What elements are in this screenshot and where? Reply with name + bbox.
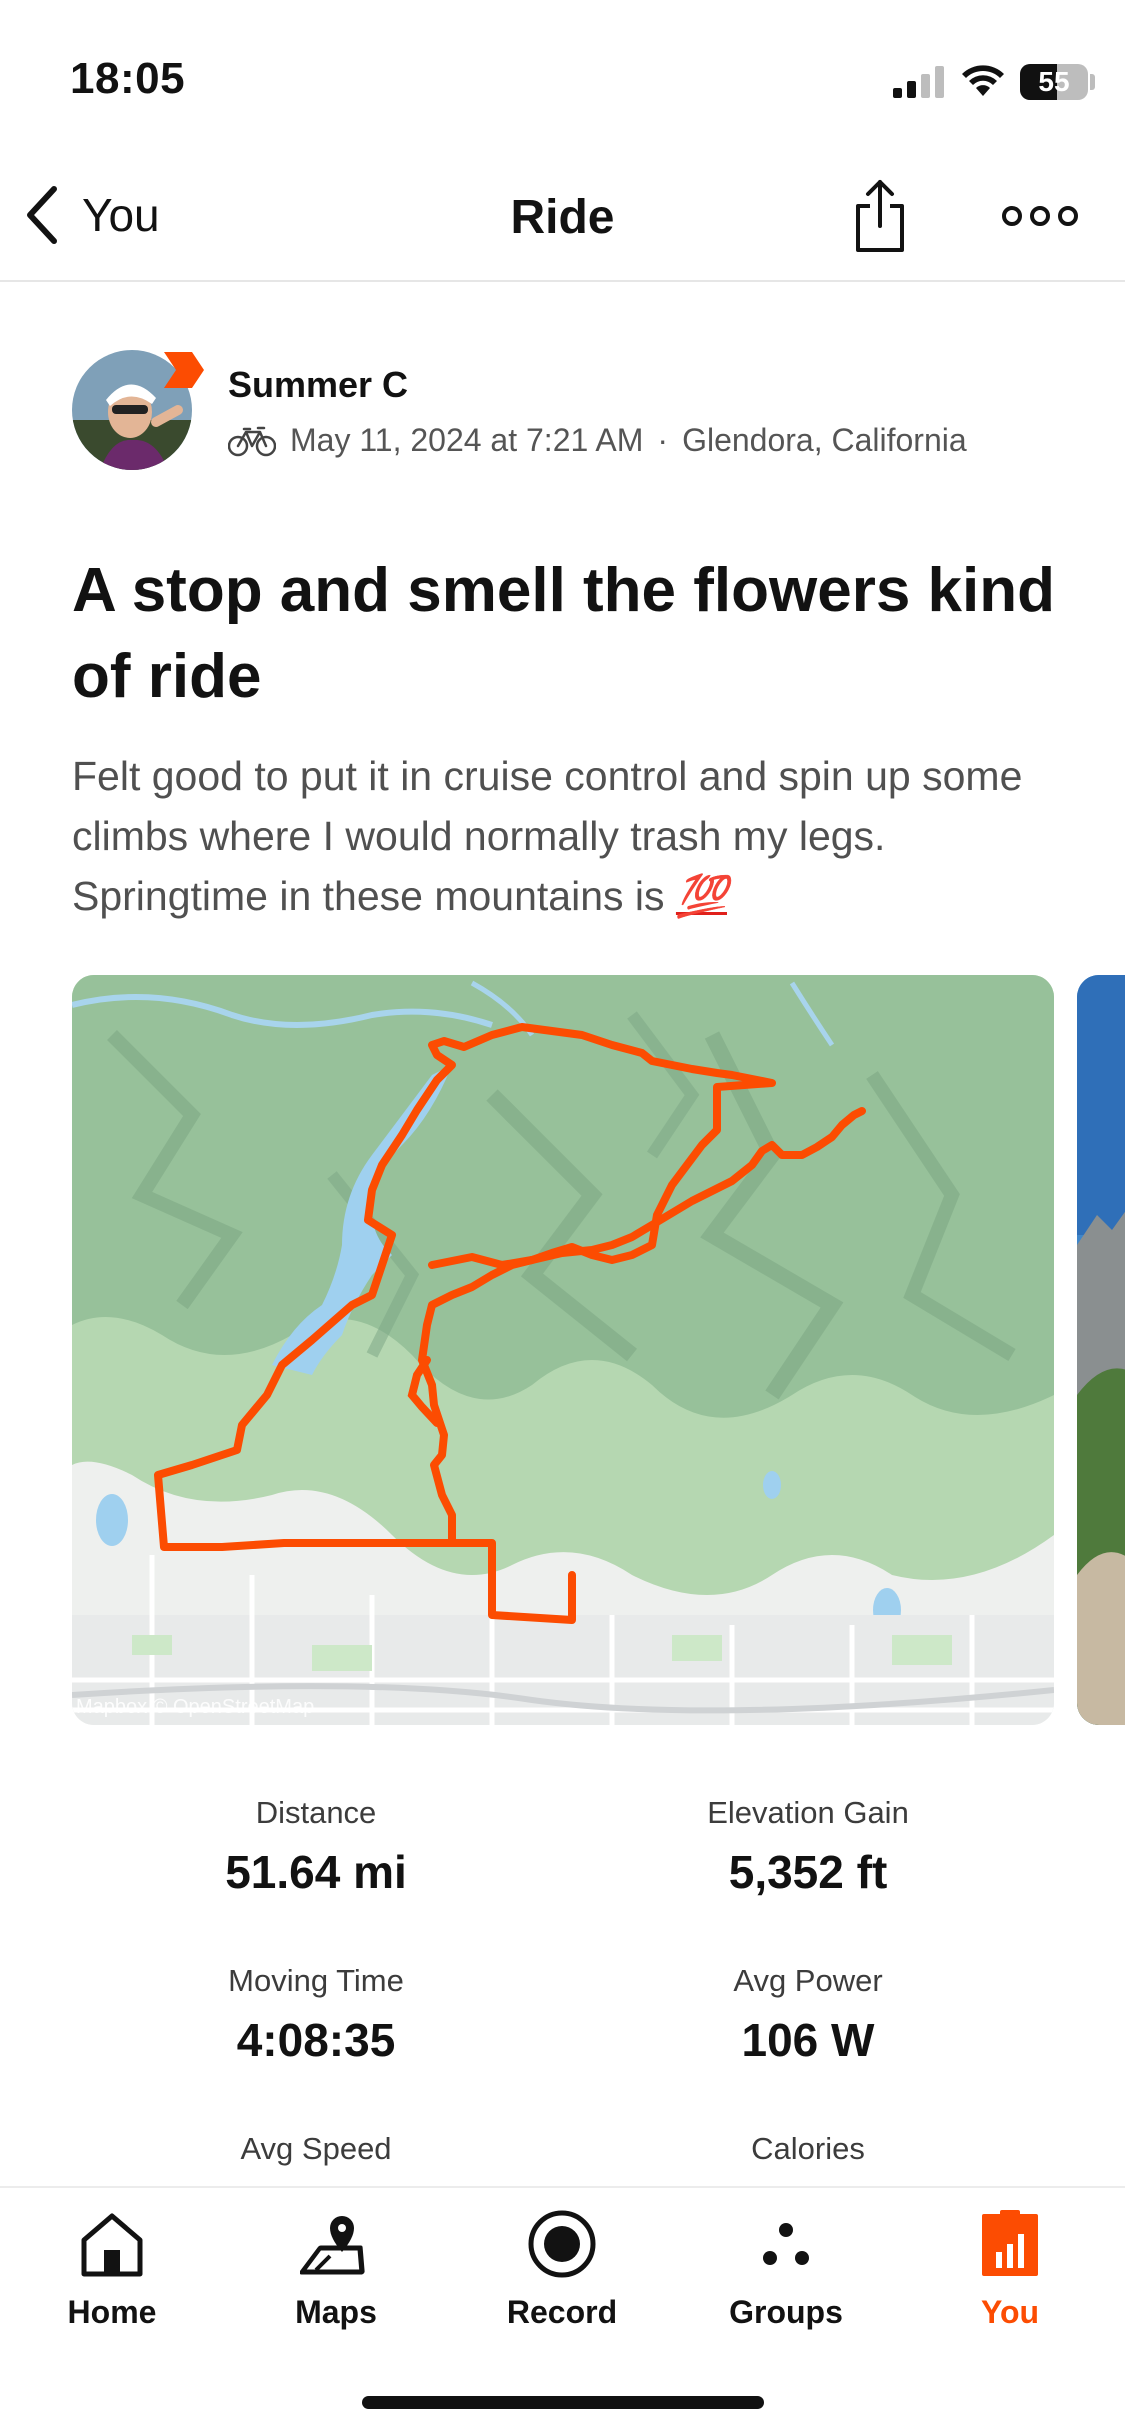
photo-thumbnail[interactable] <box>1077 975 1125 1725</box>
cellular-signal-icon <box>893 66 944 98</box>
tab-label: Maps <box>295 2294 377 2330</box>
hundred-emoji: 💯 <box>675 873 727 919</box>
wifi-icon <box>962 65 1004 96</box>
chevron-left-icon <box>27 186 57 244</box>
home-icon <box>81 2213 143 2277</box>
tab-home[interactable]: Home <box>32 2208 192 2358</box>
map-canvas <box>72 975 1054 1725</box>
battery-level: 55 <box>1038 66 1070 97</box>
back-label: You <box>82 189 160 241</box>
stat-calories: Calories <box>568 2131 1048 2181</box>
description-text: Felt good to put it in cruise control an… <box>72 753 1023 919</box>
record-icon <box>528 2210 596 2278</box>
stat-value: 106 W <box>741 2014 875 2066</box>
stat-value: 5,352 ft <box>728 1846 888 1898</box>
route-map[interactable]: Mapbox © OpenStreetMap <box>72 975 1054 1725</box>
meta-separator: · <box>657 422 669 458</box>
status-bar: 18:05 55 <box>0 0 1125 150</box>
tab-label: Record <box>506 2294 618 2330</box>
bike-icon <box>228 426 276 456</box>
stat-distance: Distance 51.64 mi <box>76 1795 556 1899</box>
stat-avg-power: Avg Power 106 W <box>568 1963 1048 2067</box>
you-icon <box>982 2210 1038 2276</box>
athlete-name[interactable]: Summer C <box>228 364 408 406</box>
stat-label: Avg Power <box>733 1963 883 1998</box>
maps-icon <box>300 2216 365 2275</box>
tab-label: You <box>980 2294 1040 2330</box>
athlete-header: Summer C May 11, 2024 at 7:21 AM · Glend… <box>72 350 1072 480</box>
map-attribution: Mapbox © OpenStreetMap <box>76 1696 315 1718</box>
stat-label: Elevation Gain <box>707 1795 909 1830</box>
stat-elevation-gain: Elevation Gain 5,352 ft <box>568 1795 1048 1899</box>
battery-icon: 55 <box>1020 64 1088 100</box>
activity-description: Felt good to put it in cruise control an… <box>72 746 1072 926</box>
back-button[interactable]: You <box>24 180 160 250</box>
activity-location: Glendora, California <box>682 422 967 458</box>
activity-title: A stop and smell the flowers kind of rid… <box>72 556 1055 711</box>
tab-label: Home <box>67 2294 157 2330</box>
stat-label: Calories <box>751 2131 865 2166</box>
battery-nub <box>1090 74 1095 90</box>
groups-icon <box>763 2223 809 2265</box>
stat-value: 51.64 mi <box>225 1846 407 1898</box>
page-title: Ride <box>510 191 615 244</box>
subscriber-badge-icon <box>164 352 204 388</box>
tab-you[interactable]: You <box>930 2208 1090 2358</box>
nav-bar: You Ride <box>0 150 1125 282</box>
stat-value: 4:08:35 <box>236 2014 396 2066</box>
home-indicator[interactable] <box>362 2396 764 2409</box>
stat-avg-speed: Avg Speed <box>76 2131 556 2181</box>
tab-label: Groups <box>729 2294 843 2330</box>
stat-label: Moving Time <box>228 1963 404 1998</box>
stat-label: Distance <box>255 1795 377 1830</box>
activity-date: May 11, 2024 at 7:21 AM <box>290 422 644 458</box>
more-icon[interactable] <box>1000 198 1080 234</box>
activity-meta: May 11, 2024 at 7:21 AM · Glendora, Cali… <box>228 422 967 459</box>
stat-moving-time: Moving Time 4:08:35 <box>76 1963 556 2067</box>
status-time: 18:05 <box>70 54 186 103</box>
tab-record[interactable]: Record <box>482 2208 642 2358</box>
tab-maps[interactable]: Maps <box>256 2208 416 2358</box>
stat-label: Avg Speed <box>240 2131 392 2166</box>
share-icon[interactable] <box>850 176 910 256</box>
tab-groups[interactable]: Groups <box>706 2208 866 2358</box>
